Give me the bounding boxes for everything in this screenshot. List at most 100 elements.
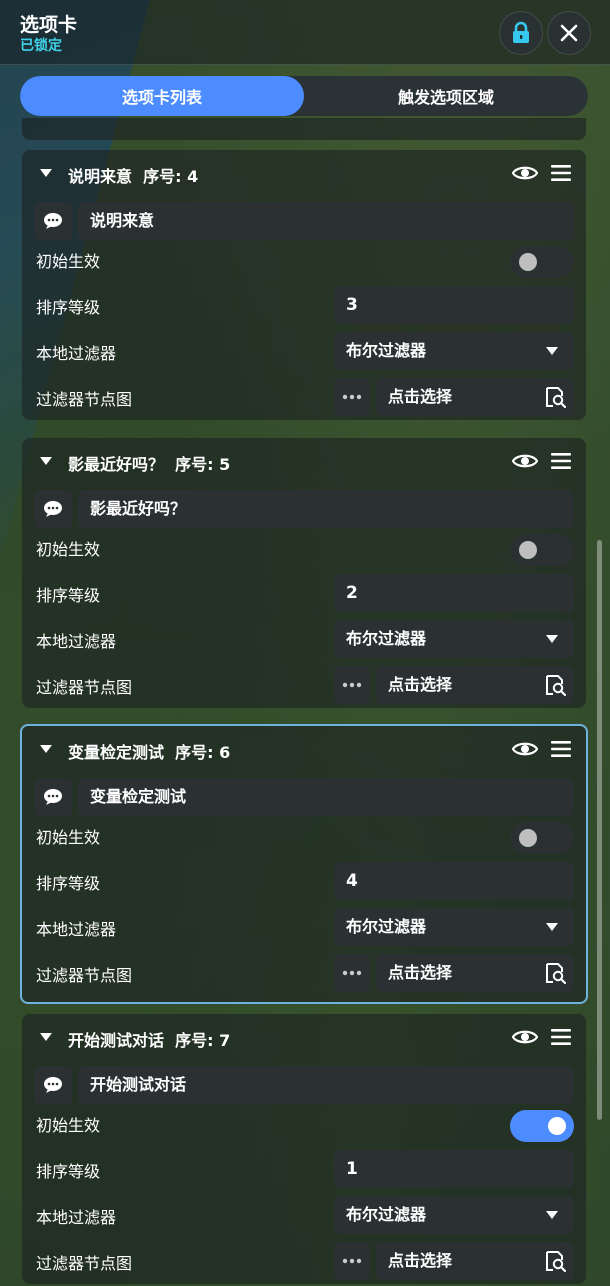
card-header[interactable]: 变量检定测试 序号: 6	[22, 726, 586, 772]
chat-bubble-icon	[44, 789, 62, 805]
local-filter-value: 布尔过滤器	[346, 917, 427, 936]
local-filter-label: 本地过滤器	[36, 1208, 117, 1227]
collapse-caret-icon[interactable]	[40, 457, 52, 465]
close-button[interactable]	[547, 11, 591, 55]
collapse-caret-icon[interactable]	[40, 745, 52, 753]
lock-icon	[513, 21, 529, 43]
search-doc-icon	[546, 963, 566, 984]
dialog-text-input[interactable]: 影最近好吗？	[78, 490, 574, 528]
eye-icon[interactable]	[512, 1027, 538, 1047]
initial-active-label: 初始生效	[36, 540, 101, 559]
filter-graph-label: 过滤器节点图	[36, 1254, 133, 1273]
dialog-text-row: 变量检定测试	[34, 778, 574, 816]
local-filter-value: 布尔过滤器	[346, 1205, 427, 1224]
local-filter-select[interactable]: 布尔过滤器	[334, 332, 574, 370]
initial-active-label: 初始生效	[36, 828, 101, 847]
collapse-caret-icon[interactable]	[40, 169, 52, 177]
lock-button[interactable]	[499, 11, 543, 55]
dialog-text-input[interactable]: 变量检定测试	[78, 778, 574, 816]
dialog-text-input[interactable]: 开始测试对话	[78, 1066, 574, 1104]
more-options-button[interactable]	[334, 378, 370, 416]
chat-bubble-icon	[44, 1077, 62, 1093]
ellipsis-icon	[342, 682, 362, 688]
card-header[interactable]: 开始测试对话 序号: 7	[22, 1014, 586, 1060]
local-filter-label: 本地过滤器	[36, 344, 117, 363]
sort-level-input[interactable]: 1	[334, 1150, 574, 1188]
more-options-button[interactable]	[334, 1242, 370, 1280]
dialog-text-row: 说明来意	[34, 202, 574, 240]
tab-option-list[interactable]: 选项卡列表	[20, 76, 304, 116]
local-filter-label: 本地过滤器	[36, 920, 117, 939]
local-filter-value: 布尔过滤器	[346, 629, 427, 648]
collapse-caret-icon[interactable]	[40, 1033, 52, 1041]
more-options-button[interactable]	[334, 666, 370, 704]
eye-icon[interactable]	[512, 163, 538, 183]
ellipsis-icon	[342, 1258, 362, 1264]
local-filter-select[interactable]: 布尔过滤器	[334, 1196, 574, 1234]
sort-level-input[interactable]: 3	[334, 286, 574, 324]
filter-graph-picker[interactable]: 点击选择	[376, 666, 574, 704]
local-filter-label: 本地过滤器	[36, 632, 117, 651]
chat-button[interactable]	[34, 202, 72, 240]
initial-active-toggle[interactable]	[510, 1110, 574, 1142]
card-header[interactable]: 说明来意 序号: 4	[22, 150, 586, 196]
chat-bubble-icon	[44, 501, 62, 517]
sort-level-input[interactable]: 4	[334, 862, 574, 900]
card-index: 序号: 6	[175, 743, 231, 762]
filter-graph-value: 点击选择	[388, 675, 453, 694]
chevron-down-icon	[546, 1211, 558, 1219]
option-card: 开始测试对话 序号: 7 开始测试对话 初始生效 排序等级 1 本地过滤器 布尔…	[22, 1014, 586, 1284]
card-header[interactable]: 影最近好吗？ 序号: 5	[22, 438, 586, 484]
filter-graph-picker[interactable]: 点击选择	[376, 378, 574, 416]
filter-graph-label: 过滤器节点图	[36, 390, 133, 409]
card-title: 开始测试对话	[68, 1031, 165, 1050]
card-index: 序号: 5	[175, 455, 231, 474]
filter-graph-picker[interactable]: 点击选择	[376, 1242, 574, 1280]
local-filter-select[interactable]: 布尔过滤器	[334, 620, 574, 658]
card-title: 影最近好吗？	[68, 455, 165, 474]
toggle-knob	[519, 253, 537, 271]
eye-icon[interactable]	[512, 451, 538, 471]
sort-level-input[interactable]: 2	[334, 574, 574, 612]
initial-active-label: 初始生效	[36, 252, 101, 271]
local-filter-value: 布尔过滤器	[346, 341, 427, 360]
dialog-text-input[interactable]: 说明来意	[78, 202, 574, 240]
initial-active-toggle[interactable]	[510, 822, 574, 854]
chat-button[interactable]	[34, 490, 72, 528]
chat-button[interactable]	[34, 778, 72, 816]
menu-icon[interactable]	[550, 740, 572, 758]
chat-button[interactable]	[34, 1066, 72, 1104]
eye-icon[interactable]	[512, 739, 538, 759]
chat-bubble-icon	[44, 213, 62, 229]
sort-level-label: 排序等级	[36, 874, 101, 893]
lock-status: 已锁定	[20, 38, 62, 54]
card-index: 序号: 7	[175, 1031, 231, 1050]
local-filter-select[interactable]: 布尔过滤器	[334, 908, 574, 946]
filter-graph-label: 过滤器节点图	[36, 966, 133, 985]
filter-graph-picker[interactable]: 点击选择	[376, 954, 574, 992]
more-options-button[interactable]	[334, 954, 370, 992]
panel-title: 选项卡	[20, 14, 78, 36]
tab-trigger-area[interactable]: 触发选项区域	[304, 76, 588, 116]
menu-icon[interactable]	[550, 452, 572, 470]
filter-graph-value: 点击选择	[388, 963, 453, 982]
card-title: 变量检定测试	[68, 743, 165, 762]
chevron-down-icon	[546, 347, 558, 355]
filter-graph-value: 点击选择	[388, 387, 453, 406]
option-card: 说明来意 序号: 4 说明来意 初始生效 排序等级 3 本地过滤器 布尔过滤器 …	[22, 150, 586, 420]
search-doc-icon	[546, 387, 566, 408]
close-icon	[560, 24, 578, 42]
initial-active-toggle[interactable]	[510, 246, 574, 278]
scrollbar-thumb[interactable]	[597, 540, 602, 1120]
tab-bar: 选项卡列表 触发选项区域	[20, 76, 588, 116]
card-title: 说明来意	[68, 167, 133, 186]
initial-active-toggle[interactable]	[510, 534, 574, 566]
dialog-text-row: 开始测试对话	[34, 1066, 574, 1104]
menu-icon[interactable]	[550, 1028, 572, 1046]
previous-card-stub	[22, 118, 586, 140]
menu-icon[interactable]	[550, 164, 572, 182]
initial-active-label: 初始生效	[36, 1116, 101, 1135]
option-card-list: 说明来意 序号: 4 说明来意 初始生效 排序等级 3 本地过滤器 布尔过滤器 …	[0, 118, 610, 1286]
filter-graph-label: 过滤器节点图	[36, 678, 133, 697]
toggle-knob	[519, 541, 537, 559]
